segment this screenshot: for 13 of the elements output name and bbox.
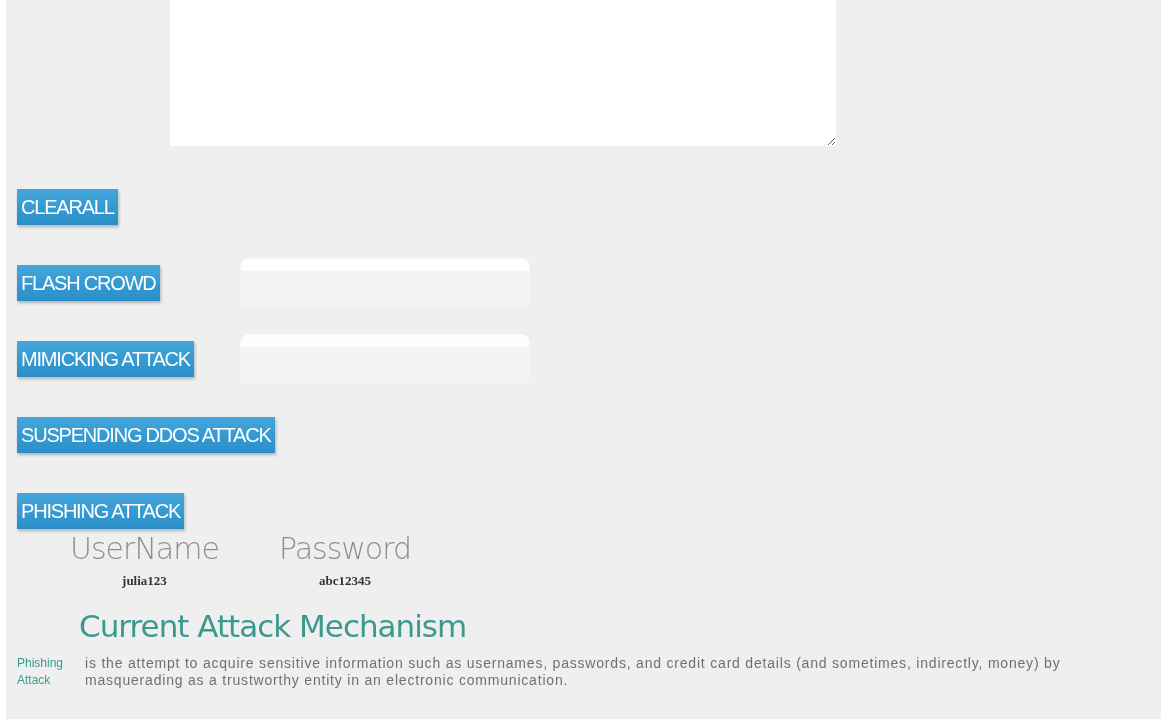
section-title: Current Attack Mechanism	[79, 606, 468, 646]
attack-button[interactable]: PHISHING ATTACK	[17, 493, 185, 529]
credential-value: julia123	[122, 572, 167, 590]
attack-button[interactable]: FLASH CROWD	[17, 265, 160, 301]
attack-term: Phishing Attack	[17, 655, 65, 689]
credential-label: Password	[278, 532, 412, 565]
message-textarea[interactable]	[170, 0, 836, 146]
credential-label: UserName	[70, 532, 219, 565]
attack-button[interactable]: SUSPENDING DDOS ATTACK	[17, 417, 275, 453]
credential-value: abc12345	[318, 572, 371, 590]
attack-button[interactable]: CLEARALL	[17, 189, 118, 225]
attack-description: is the attempt to acquire sensitive information such as usernames, passwords, and credit card details (and sometimes, indirectly, money) by masquerading as a trustworthy entity in an electronic communication.	[85, 655, 1062, 689]
attack-button[interactable]: MIMICKING ATTACK	[17, 341, 194, 377]
